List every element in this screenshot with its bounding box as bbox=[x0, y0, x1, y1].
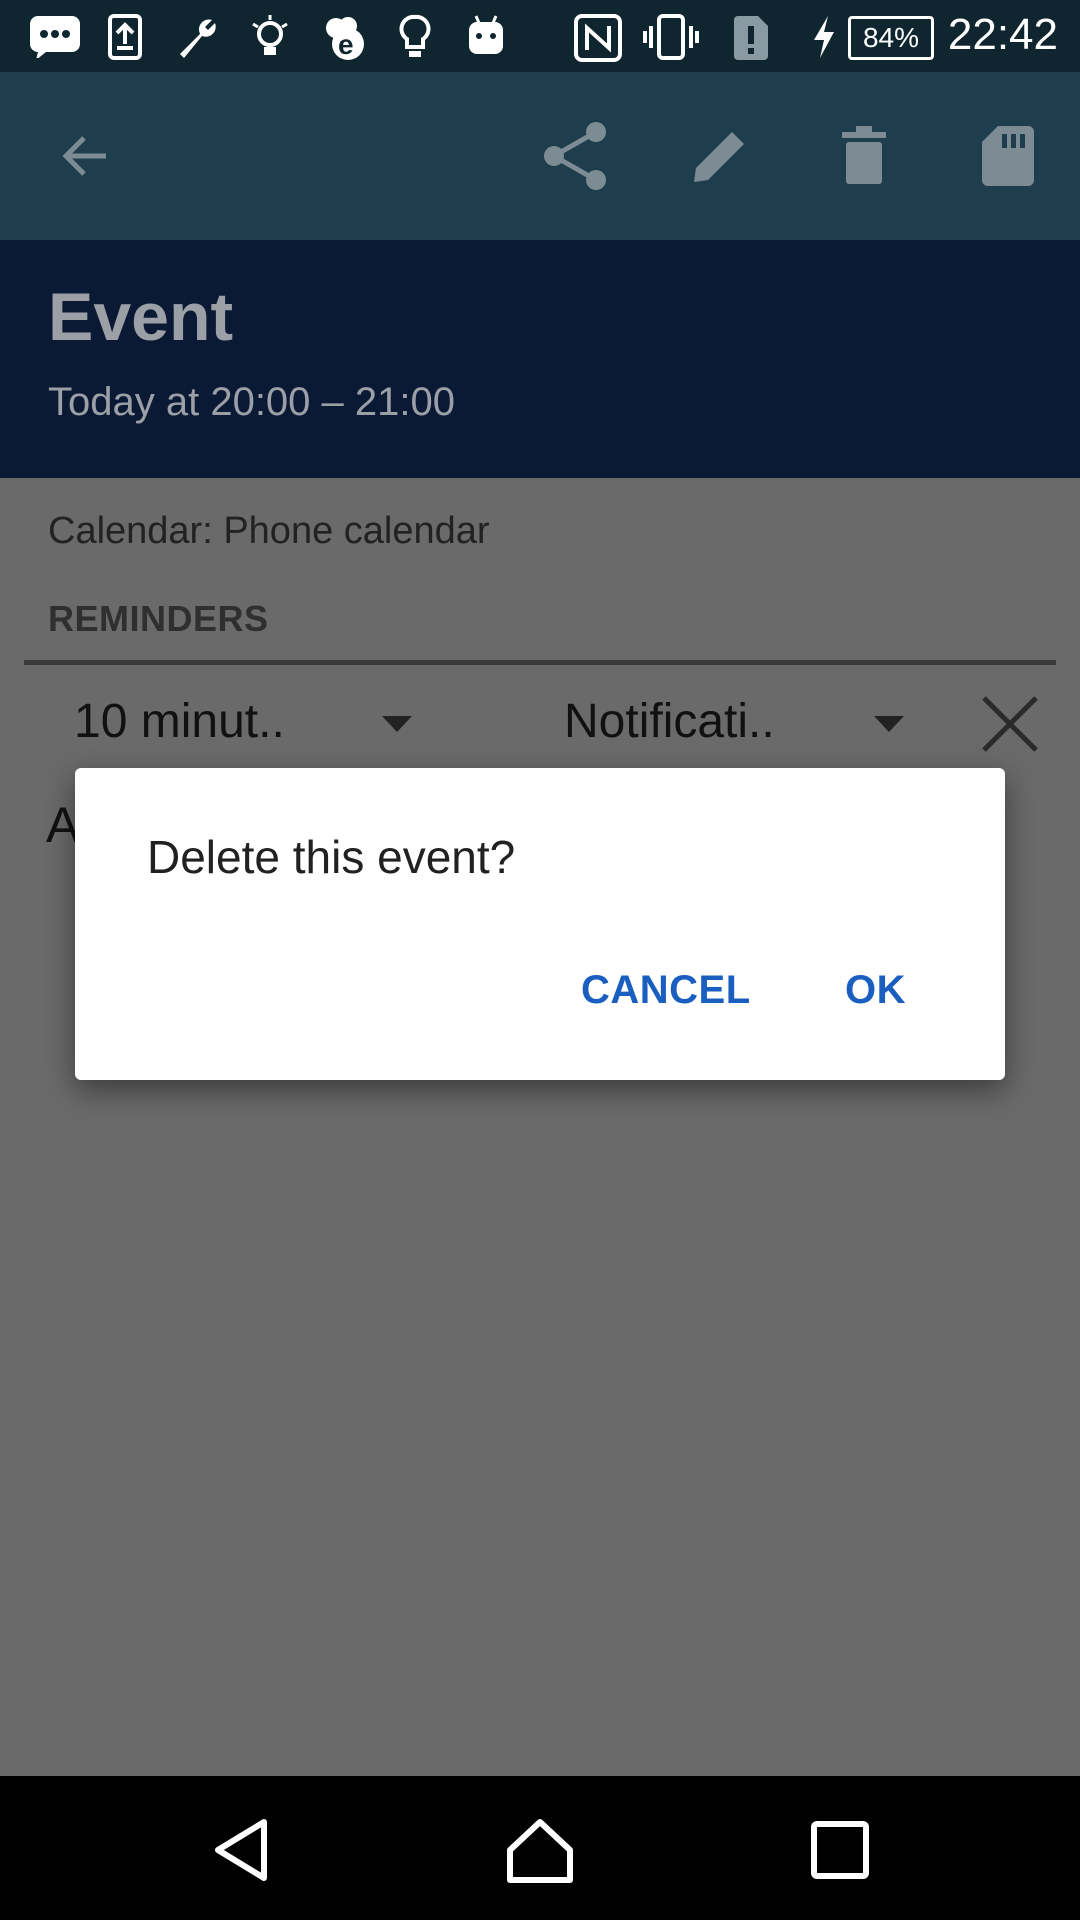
app-bar bbox=[0, 72, 1080, 240]
cancel-button[interactable]: CANCEL bbox=[581, 968, 751, 1013]
bulb-icon bbox=[399, 14, 431, 57]
charging-icon bbox=[814, 16, 834, 58]
delete-confirm-dialog: Delete this event? CANCEL OK bbox=[75, 768, 1005, 1080]
battery-icon: 84% bbox=[848, 16, 934, 60]
event-title: Event bbox=[48, 279, 234, 355]
close-icon[interactable] bbox=[978, 692, 1042, 756]
reminder-method-select[interactable]: Notificati.. bbox=[564, 694, 775, 749]
dialog-message: Delete this event? bbox=[147, 831, 516, 883]
event-header bbox=[0, 240, 1080, 478]
share-button[interactable] bbox=[534, 114, 618, 198]
calendar-row: Calendar: Phone calendar bbox=[48, 510, 490, 553]
svg-text:e: e bbox=[338, 29, 354, 60]
delete-icon bbox=[842, 126, 886, 184]
event-details bbox=[0, 478, 1080, 1776]
navigation-bar bbox=[0, 1776, 1080, 1920]
home-icon[interactable] bbox=[504, 1814, 576, 1886]
sim-alert-icon bbox=[734, 16, 768, 60]
arrow-left-icon bbox=[62, 136, 106, 176]
nfc-icon bbox=[574, 14, 622, 62]
back-triangle-icon[interactable] bbox=[206, 1814, 278, 1886]
vibrate-icon bbox=[643, 14, 699, 60]
clock: 22:42 bbox=[947, 10, 1058, 59]
chevron-down-icon bbox=[382, 716, 412, 732]
edit-button[interactable] bbox=[678, 114, 762, 198]
recents-icon[interactable] bbox=[804, 1814, 876, 1886]
android-icon bbox=[469, 15, 503, 54]
ok-button[interactable]: OK bbox=[845, 968, 906, 1013]
back-button[interactable] bbox=[42, 114, 126, 198]
event-time-range: Today at 20:00 – 21:00 bbox=[48, 380, 455, 424]
calendar-value: Phone calendar bbox=[223, 510, 490, 552]
reminders-divider bbox=[24, 660, 1056, 665]
calendar-label: Calendar: bbox=[48, 510, 213, 552]
delete-button[interactable] bbox=[822, 114, 906, 198]
reminders-header: REMINDERS bbox=[48, 598, 269, 639]
sd-card-icon bbox=[982, 126, 1034, 186]
save-to-sd-button[interactable] bbox=[966, 114, 1050, 198]
chevron-down-icon bbox=[874, 716, 904, 732]
upload-icon bbox=[108, 14, 142, 60]
edit-icon bbox=[694, 132, 744, 182]
share-icon bbox=[544, 122, 606, 190]
status-bar: e 84% 22:42 bbox=[0, 0, 1080, 72]
bulb-outline-icon bbox=[252, 15, 288, 55]
wrench-icon bbox=[180, 19, 216, 58]
message-icon bbox=[30, 16, 80, 58]
reminder-time-select[interactable]: 10 minut.. bbox=[74, 694, 285, 749]
chef-e-icon: e bbox=[326, 17, 364, 60]
